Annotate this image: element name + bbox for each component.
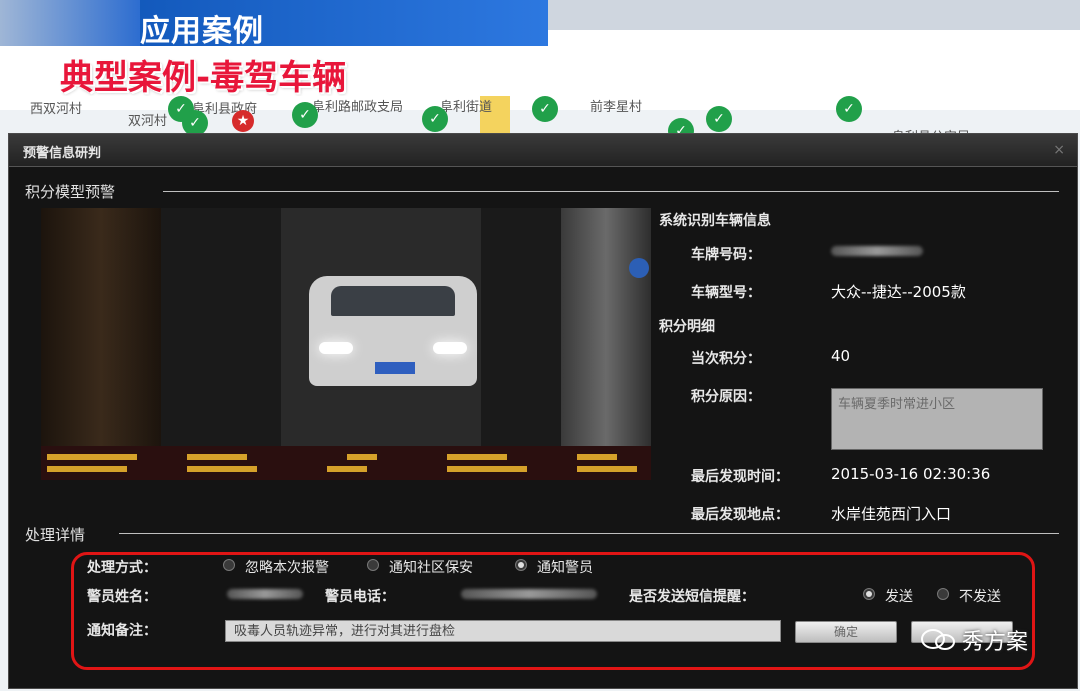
map-pin-icon[interactable]: ✓ bbox=[836, 96, 862, 122]
radio-notify-police[interactable] bbox=[515, 559, 527, 571]
slide-header: 应用案例 典型案例-毒驾车辆 bbox=[0, 0, 1080, 98]
score-section-title: 积分明细 bbox=[659, 319, 715, 335]
osd-text bbox=[47, 466, 127, 472]
officer-name-redacted bbox=[227, 589, 303, 599]
vehicle-section-title: 系统识别车辆信息 bbox=[659, 213, 771, 229]
handle-section-title: 处理详情 bbox=[25, 526, 86, 544]
model-label: 车辆型号： bbox=[691, 285, 761, 301]
radio-ignore[interactable] bbox=[223, 559, 235, 571]
sms-send-label: 发送 bbox=[885, 589, 913, 605]
osd-text bbox=[347, 454, 377, 460]
vehicle-windshield bbox=[331, 286, 455, 316]
header-grey-band bbox=[548, 0, 1080, 30]
osd-text bbox=[47, 454, 137, 460]
map-label: 阜利路邮政支局 bbox=[312, 100, 404, 115]
warning-info-dialog: 预警信息研判 × 积分模型预警 系统识别车辆信息 车牌号码： 车辆型号： 大众-… bbox=[8, 133, 1078, 689]
reason-textarea[interactable]: 车辆夏季时常进小区 bbox=[831, 388, 1043, 450]
map-pin-icon[interactable]: ✓ bbox=[292, 102, 318, 128]
tunnel-wall bbox=[41, 208, 161, 480]
radio-notify-security[interactable] bbox=[367, 559, 379, 571]
model-value: 大众--捷达--2005款 bbox=[831, 283, 966, 301]
last-time-label: 最后发现时间： bbox=[691, 469, 789, 485]
wechat-icon bbox=[921, 629, 955, 650]
osd-text bbox=[327, 466, 367, 472]
osd-row bbox=[47, 466, 645, 474]
last-place-label: 最后发现地点： bbox=[691, 507, 789, 523]
watermark-text: 秀方案 bbox=[962, 630, 1029, 655]
map-pin-icon[interactable]: ✓ bbox=[422, 106, 448, 132]
osd-text bbox=[187, 466, 257, 472]
map-label: 西双河村 bbox=[30, 102, 83, 117]
camera-osd-overlay bbox=[41, 446, 651, 480]
officer-phone-label: 警员电话： bbox=[325, 589, 395, 605]
note-input[interactable]: 吸毒人员轨迹异常，进行对其进行盘检 bbox=[225, 620, 781, 642]
note-label: 通知备注： bbox=[87, 623, 157, 639]
map-label: 双河村 bbox=[128, 114, 168, 129]
reason-label: 积分原因： bbox=[691, 389, 761, 405]
license-plate bbox=[375, 362, 415, 374]
gate-structure bbox=[561, 208, 651, 448]
vehicle-image bbox=[309, 276, 477, 386]
headlight bbox=[433, 342, 467, 354]
plate-value-redacted bbox=[831, 246, 923, 256]
government-star-icon: ★ bbox=[232, 110, 254, 132]
radio-sms-send[interactable] bbox=[863, 588, 875, 600]
map-label: 阜利街道 bbox=[440, 100, 493, 115]
section-title: 应用案例 bbox=[140, 14, 264, 49]
osd-text bbox=[447, 454, 507, 460]
camera-capture-image bbox=[41, 208, 651, 480]
osd-text bbox=[577, 454, 617, 460]
sms-label: 是否发送短信提醒： bbox=[629, 589, 755, 605]
option-notify-security-label: 通知社区保安 bbox=[389, 560, 473, 576]
confirm-button[interactable]: 确定 bbox=[795, 621, 897, 643]
option-notify-police-label: 通知警员 bbox=[537, 560, 593, 576]
osd-text bbox=[187, 454, 247, 460]
osd-row bbox=[47, 454, 645, 462]
dialog-titlebar: 预警信息研判 × bbox=[9, 134, 1077, 167]
plate-label: 车牌号码： bbox=[691, 247, 761, 263]
map-label: 前李星村 bbox=[590, 100, 643, 115]
current-score-value: 40 bbox=[831, 347, 851, 365]
case-title: 典型案例-毒驾车辆 bbox=[60, 58, 347, 98]
dialog-title: 预警信息研判 bbox=[23, 146, 102, 161]
road-sign bbox=[629, 258, 649, 278]
section-divider bbox=[163, 191, 1059, 192]
close-icon[interactable]: × bbox=[1053, 142, 1065, 158]
last-time-value: 2015-03-16 02:30:36 bbox=[831, 465, 991, 483]
map-pin-icon[interactable]: ✓ bbox=[706, 106, 732, 132]
sms-no-send-label: 不发送 bbox=[959, 589, 1001, 605]
current-score-label: 当次积分： bbox=[691, 351, 761, 367]
map-pin-icon[interactable]: ✓ bbox=[532, 96, 558, 122]
option-ignore-label: 忽略本次报警 bbox=[245, 560, 329, 576]
section-divider bbox=[119, 533, 1059, 534]
last-place-value: 水岸佳苑西门入口 bbox=[831, 505, 952, 523]
method-label: 处理方式： bbox=[87, 560, 157, 576]
officer-phone-redacted bbox=[461, 589, 597, 599]
model-section-title: 积分模型预警 bbox=[25, 183, 116, 201]
radio-sms-no-send[interactable] bbox=[937, 588, 949, 600]
osd-text bbox=[447, 466, 527, 472]
header-blue-band-fade bbox=[0, 0, 140, 46]
osd-text bbox=[577, 466, 637, 472]
headlight bbox=[319, 342, 353, 354]
officer-name-label: 警员姓名： bbox=[87, 589, 157, 605]
